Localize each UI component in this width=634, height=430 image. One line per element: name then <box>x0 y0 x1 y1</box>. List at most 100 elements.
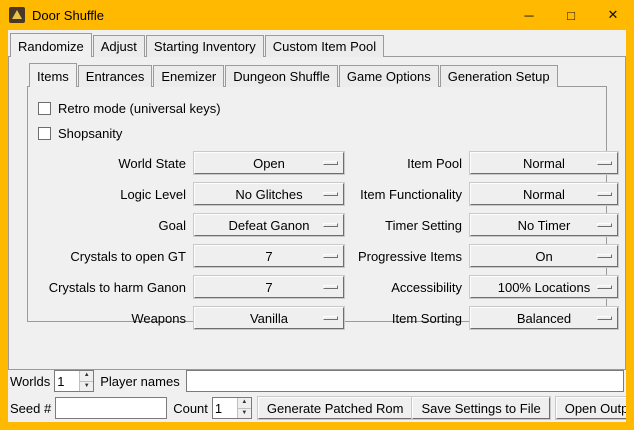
shopsanity-checkbox[interactable] <box>38 127 51 140</box>
dropdown-indicator-icon <box>597 254 612 258</box>
weapons-label: Weapons <box>38 311 186 326</box>
item-pool-label: Item Pool <box>352 156 462 171</box>
close-button[interactable]: ✕ <box>592 0 634 30</box>
crystals-ganon-label: Crystals to harm Ganon <box>38 280 186 295</box>
count-label: Count <box>173 401 208 416</box>
spin-up-icon: ▲ <box>241 398 247 407</box>
client-area: Randomize Adjust Starting Inventory Cust… <box>8 30 626 422</box>
worlds-row: Worlds ▲ ▼ Player names <box>10 370 624 392</box>
weapons-dropdown[interactable]: Vanilla <box>194 307 344 329</box>
item-pool-dropdown[interactable]: Normal <box>470 152 618 174</box>
spin-down-icon: ▼ <box>241 409 247 418</box>
worlds-spin-arrows: ▲ ▼ <box>79 371 93 391</box>
dropdown-indicator-icon <box>323 192 338 196</box>
retro-mode-row: Retro mode (universal keys) <box>38 97 596 119</box>
item-sorting-value: Balanced <box>517 311 571 326</box>
title-bar: Door Shuffle ─ □ ✕ <box>0 0 634 30</box>
close-icon: ✕ <box>608 7 619 23</box>
seed-label: Seed # <box>10 401 51 416</box>
minimize-button[interactable]: ─ <box>508 0 550 30</box>
count-spin-down-button[interactable]: ▼ <box>238 409 251 419</box>
tab-generation-setup[interactable]: Generation Setup <box>440 65 558 87</box>
accessibility-dropdown[interactable]: 100% Locations <box>470 276 618 298</box>
world-state-dropdown[interactable]: Open <box>194 152 344 174</box>
dropdown-indicator-icon <box>597 316 612 320</box>
crystals-gt-dropdown[interactable]: 7 <box>194 245 344 267</box>
retro-mode-label: Retro mode (universal keys) <box>58 101 221 116</box>
goal-value: Defeat Ganon <box>229 218 310 233</box>
shopsanity-label: Shopsanity <box>58 126 122 141</box>
app-window: Door Shuffle ─ □ ✕ Randomize Adjust Star… <box>0 0 634 430</box>
logic-level-value: No Glitches <box>235 187 302 202</box>
timer-setting-dropdown[interactable]: No Timer <box>470 214 618 236</box>
open-output-directory-button[interactable]: Open Output Directory <box>556 397 626 419</box>
progressive-items-label: Progressive Items <box>352 249 462 264</box>
progressive-items-dropdown[interactable]: On <box>470 245 618 267</box>
player-names-input[interactable] <box>186 370 624 392</box>
seed-row: Seed # Count ▲ ▼ Generate Patched Rom Sa… <box>10 397 624 419</box>
outer-tab-bar: Randomize Adjust Starting Inventory Cust… <box>8 33 626 57</box>
tab-randomize[interactable]: Randomize <box>10 33 92 57</box>
item-functionality-label: Item Functionality <box>352 187 462 202</box>
world-state-label: World State <box>38 156 186 171</box>
tab-game-options[interactable]: Game Options <box>339 65 439 87</box>
window-title: Door Shuffle <box>32 8 104 23</box>
crystals-gt-label: Crystals to open GT <box>38 249 186 264</box>
retro-mode-checkbox[interactable] <box>38 102 51 115</box>
logic-level-label: Logic Level <box>38 187 186 202</box>
dropdown-indicator-icon <box>323 316 338 320</box>
count-spin-arrows: ▲ ▼ <box>237 398 251 418</box>
maximize-button[interactable]: □ <box>550 0 592 30</box>
tab-custom-item-pool[interactable]: Custom Item Pool <box>265 35 384 57</box>
shopsanity-row: Shopsanity <box>38 122 596 144</box>
tab-adjust[interactable]: Adjust <box>93 35 145 57</box>
item-sorting-dropdown[interactable]: Balanced <box>470 307 618 329</box>
minimize-icon: ─ <box>524 8 533 23</box>
save-settings-button[interactable]: Save Settings to File <box>412 397 549 419</box>
spin-up-icon: ▲ <box>84 371 90 380</box>
timer-setting-label: Timer Setting <box>352 218 462 233</box>
maximize-icon: □ <box>567 8 575 23</box>
accessibility-value: 100% Locations <box>498 280 591 295</box>
worlds-spin-up-button[interactable]: ▲ <box>80 371 93 382</box>
count-spin-up-button[interactable]: ▲ <box>238 398 251 409</box>
dropdown-indicator-icon <box>323 161 338 165</box>
crystals-ganon-dropdown[interactable]: 7 <box>194 276 344 298</box>
weapons-value: Vanilla <box>250 311 288 326</box>
timer-setting-value: No Timer <box>518 218 571 233</box>
worlds-label: Worlds <box>10 374 50 389</box>
app-icon <box>9 7 25 23</box>
tab-starting-inventory[interactable]: Starting Inventory <box>146 35 264 57</box>
dropdown-indicator-icon <box>597 161 612 165</box>
tab-dungeon-shuffle[interactable]: Dungeon Shuffle <box>225 65 338 87</box>
logic-level-dropdown[interactable]: No Glitches <box>194 183 344 205</box>
options-grid: World State Open Item Pool Normal Logic … <box>38 152 596 329</box>
goal-dropdown[interactable]: Defeat Ganon <box>194 214 344 236</box>
item-functionality-dropdown[interactable]: Normal <box>470 183 618 205</box>
dropdown-indicator-icon <box>323 285 338 289</box>
count-input[interactable] <box>213 398 237 418</box>
goal-label: Goal <box>38 218 186 233</box>
item-functionality-value: Normal <box>523 187 565 202</box>
tab-enemizer[interactable]: Enemizer <box>153 65 224 87</box>
randomize-pane: Items Entrances Enemizer Dungeon Shuffle… <box>8 56 626 370</box>
tab-entrances[interactable]: Entrances <box>78 65 153 87</box>
count-spinbox[interactable]: ▲ ▼ <box>212 397 252 419</box>
seed-input[interactable] <box>55 397 167 419</box>
bottom-controls: Worlds ▲ ▼ Player names Seed # Count <box>8 370 626 422</box>
dropdown-indicator-icon <box>597 223 612 227</box>
worlds-spin-down-button[interactable]: ▼ <box>80 382 93 392</box>
items-pane: Retro mode (universal keys) Shopsanity W… <box>27 86 607 322</box>
worlds-spinbox[interactable]: ▲ ▼ <box>54 370 94 392</box>
inner-tab-bar: Items Entrances Enemizer Dungeon Shuffle… <box>27 63 607 87</box>
item-pool-value: Normal <box>523 156 565 171</box>
dropdown-indicator-icon <box>323 254 338 258</box>
accessibility-label: Accessibility <box>352 280 462 295</box>
tab-items[interactable]: Items <box>29 63 77 87</box>
dropdown-indicator-icon <box>323 223 338 227</box>
crystals-gt-value: 7 <box>265 249 272 264</box>
crystals-ganon-value: 7 <box>265 280 272 295</box>
worlds-input[interactable] <box>55 371 79 391</box>
generate-patched-rom-button[interactable]: Generate Patched Rom <box>258 397 413 419</box>
dropdown-indicator-icon <box>597 285 612 289</box>
